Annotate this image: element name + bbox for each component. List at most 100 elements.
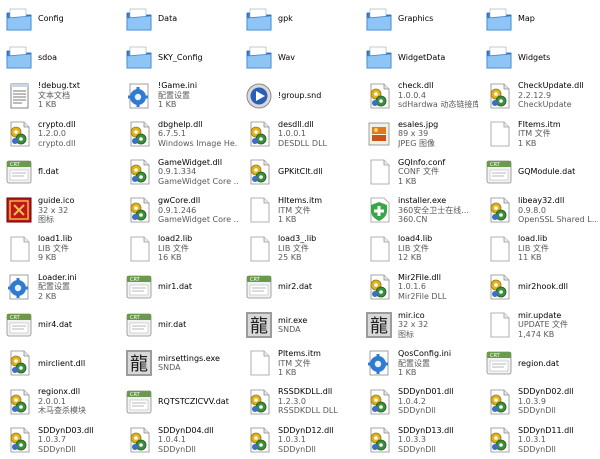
file-name: crypto.dll [38, 119, 76, 129]
dll-gear-icon [364, 425, 394, 455]
file-item[interactable]: esales.jpg 89 x 39 JPEG 图像 [360, 115, 480, 153]
file-item[interactable]: 龍 mir.ico 32 x 32 图标 [360, 306, 480, 344]
file-item[interactable]: gpk [240, 0, 360, 38]
file-item[interactable]: CRT mir4.dat [0, 306, 120, 344]
file-item[interactable]: CheckUpdate.dll 2.2.12.9 CheckUpdate [480, 77, 600, 115]
file-meta-line: 木马查杀模块 [38, 406, 86, 416]
folder-icon [484, 42, 514, 72]
file-item[interactable]: QosConfig.ini 配置设置 1 KB [360, 344, 480, 382]
svg-text:龍: 龍 [130, 354, 148, 375]
file-meta-line: 6.7.5.1 [158, 129, 186, 139]
file-item[interactable]: SDDynD13.dll 1.0.3.3 SDDynDll [360, 421, 480, 459]
file-item[interactable]: load2.lib LIB 文件 16 KB [120, 230, 240, 268]
file-item[interactable]: libeay32.dll 0.9.8.0 OpenSSL Shared L... [480, 191, 600, 229]
file-name: SDDynD12.dll [278, 425, 334, 435]
file-item[interactable]: Loader.ini 配置设置 2 KB [0, 268, 120, 306]
file-item[interactable]: mir.update UPDATE 文件 1,474 KB [480, 306, 600, 344]
file-meta-line: 11 KB [518, 253, 542, 263]
file-item[interactable]: Data [120, 0, 240, 38]
file-item[interactable]: check.dll 1.0.0.4 sdHardwa 动态链接库 [360, 77, 480, 115]
file-item[interactable]: SDDynD03.dll 1.0.3.7 SDDynDll [0, 421, 120, 459]
file-meta-line: 0.9.1.334 [158, 167, 197, 177]
file-text: crypto.dll 1.2.0.0 crypto.dll [38, 120, 118, 149]
file-item[interactable]: SDDynD11.dll 1.0.3.1 SDDynDll [480, 421, 600, 459]
file-meta-line: JPEG 图像 [398, 138, 435, 148]
file-text: GPKitClt.dll [278, 167, 358, 177]
file-item[interactable]: CRT GQModule.dat [480, 153, 600, 191]
file-item[interactable]: mir2hook.dll [480, 268, 600, 306]
file-item[interactable]: CRT fl.dat [0, 153, 120, 191]
file-meta-line: LIB 文件 [278, 243, 309, 253]
file-item[interactable]: guide.ico 32 x 32 图标 [0, 191, 120, 229]
file-item[interactable]: desdll.dll 1.0.0.1 DESDLL DLL [240, 115, 360, 153]
file-item[interactable]: FItems.itm ITM 文件 1 KB [480, 115, 600, 153]
file-item[interactable]: regionx.dll 2.0.0.1 木马查杀模块 [0, 383, 120, 421]
file-item[interactable]: WidgetData [360, 38, 480, 76]
file-text: SDDynD12.dll 1.0.3.1 SDDynDll [278, 426, 358, 455]
file-item[interactable]: CRT region.dat [480, 344, 600, 382]
file-name: fl.dat [38, 167, 59, 177]
text-document-icon [4, 81, 34, 111]
dll-gear-icon [124, 119, 154, 149]
file-text: SDDynD11.dll 1.0.3.1 SDDynDll [518, 426, 598, 455]
file-item[interactable]: crypto.dll 1.2.0.0 crypto.dll [0, 115, 120, 153]
file-item[interactable]: SDDynD04.dll 1.0.4.1 SDDynDll [120, 421, 240, 459]
file-name: CheckUpdate.dll [518, 81, 584, 91]
file-item[interactable]: CRT RQTSTCZICVV.dat [120, 383, 240, 421]
file-item[interactable]: 龍 mir.exe SNDA [240, 306, 360, 344]
file-item[interactable]: dbghelp.dll 6.7.5.1 Windows Image He... [120, 115, 240, 153]
file-item[interactable]: Map [480, 0, 600, 38]
file-item[interactable]: SDDynD12.dll 1.0.3.1 SDDynDll [240, 421, 360, 459]
file-item[interactable]: load.lib LIB 文件 11 KB [480, 230, 600, 268]
file-meta-line: OpenSSL Shared L... [518, 215, 598, 225]
file-item[interactable]: mirclient.dll [0, 344, 120, 382]
file-item[interactable]: Graphics [360, 0, 480, 38]
file-item[interactable]: HItems.itm ITM 文件 1 KB [240, 191, 360, 229]
folder-icon [244, 4, 274, 34]
file-text: PItems.itm ITM 文件 1 KB [278, 349, 358, 378]
file-item[interactable]: !group.snd [240, 77, 360, 115]
file-name: SDDynD01.dll [398, 387, 454, 397]
file-meta-line: SDDynDll [278, 444, 316, 454]
file-item[interactable]: gwCore.dll 0.9.1.246 GameWidget Core ... [120, 191, 240, 229]
file-item[interactable]: Wav [240, 38, 360, 76]
file-text: mir.exe SNDA [278, 316, 358, 335]
file-text: SDDynD01.dll 1.0.4.2 SDDynDll [398, 387, 478, 416]
file-text: HItems.itm ITM 文件 1 KB [278, 196, 358, 225]
dll-gear-icon [484, 425, 514, 455]
file-item[interactable]: CRT mir.dat [120, 306, 240, 344]
file-item[interactable]: GameWidget.dll 0.9.1.334 GameWidget Core .… [120, 153, 240, 191]
file-item[interactable]: sdoa [0, 38, 120, 76]
file-item[interactable]: RSSDKDLL.dll 1.2.3.0 RSSDKDLL DLL [240, 383, 360, 421]
file-name: installer.exe [398, 196, 447, 206]
file-item[interactable]: GQInfo.conf CONF 文件 1 KB [360, 153, 480, 191]
file-item[interactable]: installer.exe 360安全卫士在线... 360.CN [360, 191, 480, 229]
file-item[interactable]: PItems.itm ITM 文件 1 KB [240, 344, 360, 382]
file-item[interactable]: Mir2File.dll 1.0.1.6 Mir2File DLL [360, 268, 480, 306]
file-item[interactable]: SKY_Config [120, 38, 240, 76]
file-item[interactable]: 龍 mirsettings.exe SNDA [120, 344, 240, 382]
file-meta-line: 32 x 32 [38, 205, 69, 215]
dragon-app-icon: 龍 [124, 348, 154, 378]
file-meta-line: Mir2File DLL [398, 291, 447, 301]
dat-file-icon: CRT [124, 310, 154, 340]
file-item[interactable]: SDDynD01.dll 1.0.4.2 SDDynDll [360, 383, 480, 421]
file-item[interactable]: GPKitClt.dll [240, 153, 360, 191]
file-item[interactable]: Config [0, 0, 120, 38]
file-item[interactable]: load4.lib LIB 文件 12 KB [360, 230, 480, 268]
file-item[interactable]: CRT mir2.dat [240, 268, 360, 306]
file-item[interactable]: load1.lib LIB 文件 9 KB [0, 230, 120, 268]
file-name: region.dat [518, 358, 559, 368]
file-item[interactable]: !Game.ini 配置设置 1 KB [120, 77, 240, 115]
dll-gear-icon [244, 119, 274, 149]
file-item[interactable]: Widgets [480, 38, 600, 76]
file-item[interactable]: SDDynD02.dll 1.0.3.9 SDDynDll [480, 383, 600, 421]
file-name: gpk [278, 14, 293, 24]
svg-text:龍: 龍 [370, 316, 388, 337]
file-name: Loader.ini [38, 272, 77, 282]
file-item[interactable]: !debug.txt 文本文档 1 KB [0, 77, 120, 115]
file-item[interactable]: CRT mir1.dat [120, 268, 240, 306]
file-name: regionx.dll [38, 387, 81, 397]
file-item[interactable]: load3_.lib LIB 文件 25 KB [240, 230, 360, 268]
svg-text:CRT: CRT [130, 277, 141, 283]
